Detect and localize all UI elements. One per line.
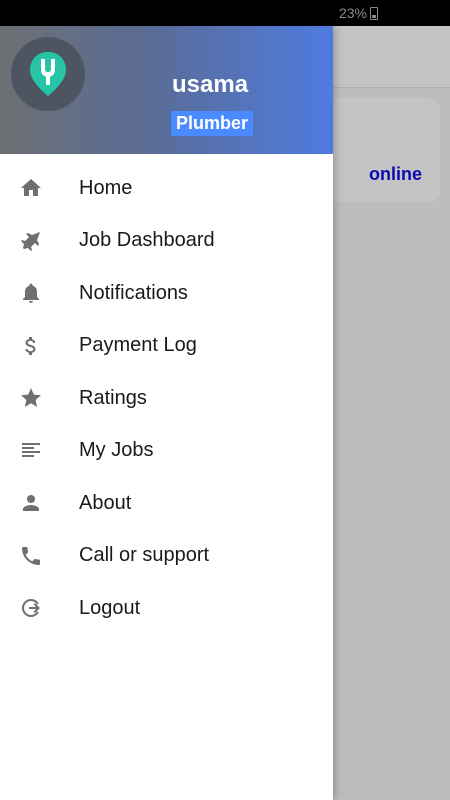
menu-item-label: My Jobs: [79, 439, 154, 462]
menu-item-payment-log[interactable]: Payment Log: [0, 320, 333, 373]
navigation-drawer: usama Plumber Home Job Dashboard Notific…: [0, 26, 333, 800]
menu-item-job-dashboard[interactable]: Job Dashboard: [0, 215, 333, 268]
menu-item-ratings[interactable]: Ratings: [0, 372, 333, 425]
menu-item-home[interactable]: Home: [0, 162, 333, 215]
menu-item-about[interactable]: About: [0, 477, 333, 530]
role-badge: Plumber: [171, 111, 254, 136]
battery-percent: 23%: [338, 5, 367, 21]
menu-item-call-support[interactable]: Call or support: [0, 530, 333, 583]
menu-item-label: Ratings: [79, 386, 147, 409]
status-bar: 23%: [0, 0, 450, 26]
menu-item-label: Notifications: [79, 281, 188, 304]
menu-item-label: Payment Log: [79, 334, 197, 357]
logout-icon: [0, 596, 62, 620]
list-icon: [0, 439, 62, 463]
battery-indicator: 23%: [339, 5, 378, 21]
menu-item-my-jobs[interactable]: My Jobs: [0, 425, 333, 478]
menu-item-label: Call or support: [79, 544, 210, 567]
online-status: online: [369, 164, 422, 184]
avatar[interactable]: [11, 37, 85, 111]
drawer-menu: Home Job Dashboard Notifications Payment…: [0, 162, 333, 635]
user-name: usama: [172, 71, 249, 98]
drawer-header: usama Plumber: [0, 26, 333, 154]
menu-item-label: Job Dashboard: [79, 229, 215, 252]
home-icon: [0, 176, 62, 200]
phone-icon: [0, 544, 62, 568]
menu-item-label: Home: [79, 176, 133, 199]
menu-item-label: Logout: [79, 596, 141, 619]
menu-item-label: About: [79, 491, 132, 514]
bell-icon: [0, 281, 62, 305]
star-icon: [0, 386, 62, 410]
dollar-icon: [0, 334, 62, 358]
menu-item-logout[interactable]: Logout: [0, 582, 333, 635]
plumber-logo-icon: [30, 52, 66, 96]
battery-icon: [370, 6, 378, 20]
jet-icon: [0, 229, 62, 253]
menu-item-notifications[interactable]: Notifications: [0, 267, 333, 320]
background-status-card: [316, 98, 440, 202]
person-icon: [0, 491, 62, 515]
